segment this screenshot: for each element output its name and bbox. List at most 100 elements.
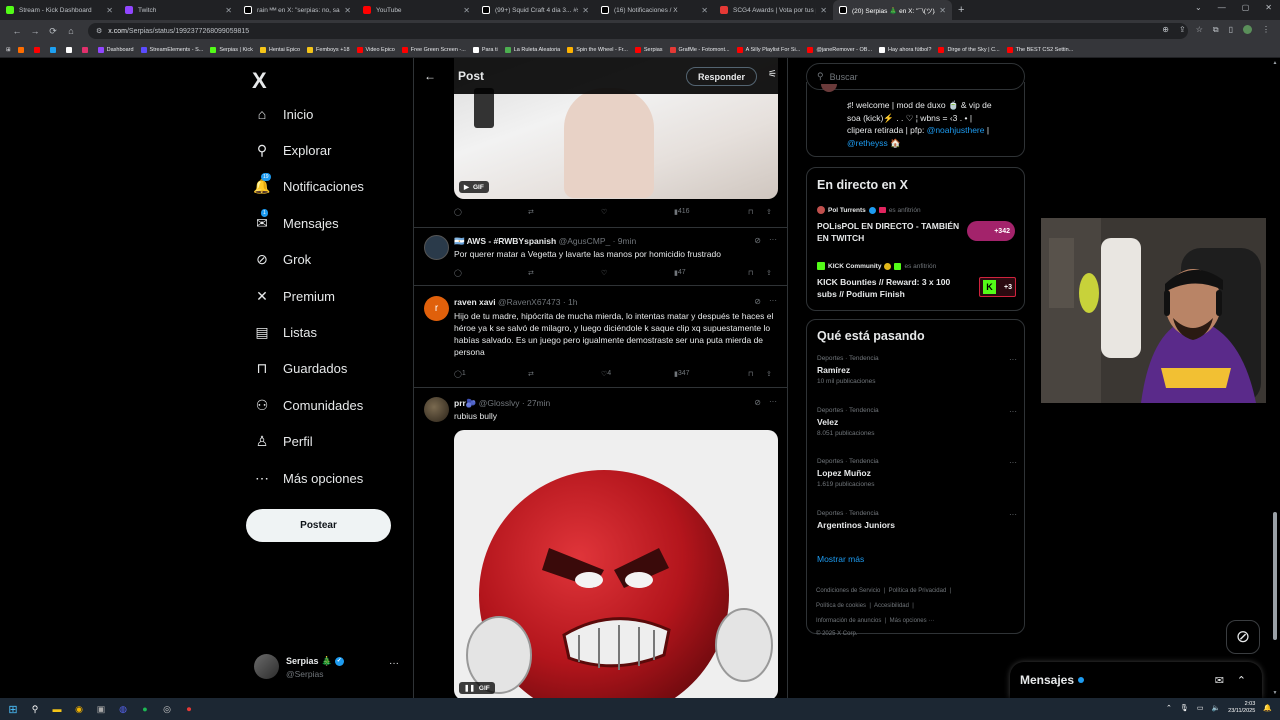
back-arrow-icon[interactable]: ← [424, 69, 444, 83]
share-icon[interactable]: ⇪ [766, 370, 772, 378]
account-switcher[interactable]: Serpias 🎄 ✓ @Serpias ··· [254, 652, 404, 686]
browser-tab[interactable]: Stream - Kick Dashboard ✕ [0, 0, 119, 20]
like-icon[interactable]: ♡ 4 [601, 370, 611, 378]
chrome-icon[interactable]: ◉ [70, 701, 88, 717]
gif-media[interactable]: ❚❚ GIF [454, 430, 778, 698]
views-icon[interactable]: ▮ 47 [674, 269, 686, 277]
new-tab-icon[interactable]: + [958, 4, 964, 16]
back-arrow-icon[interactable]: ← [8, 26, 26, 36]
browser-tab[interactable]: (20) Serpias 🎄 en X: "¯\(ツ)/¯ / X ✕ [833, 0, 952, 20]
footer-link[interactable]: Condiciones de Servicio [816, 588, 880, 594]
close-icon[interactable]: ✕ [939, 6, 946, 15]
sidebar-item-mensajes[interactable]: ✉ 1 Mensajes [254, 209, 339, 231]
microphone-icon[interactable]: 🎙 [1180, 704, 1189, 712]
clock[interactable]: 2:03 23/11/2025 [1228, 701, 1255, 715]
more-icon[interactable]: ··· [769, 397, 777, 406]
steam-icon[interactable]: ◎ [158, 701, 176, 717]
grok-icon[interactable]: ⊘ [754, 398, 761, 407]
star-bookmark-icon[interactable]: ☆ [1196, 25, 1203, 35]
reply-button[interactable]: Responder [685, 67, 757, 86]
reply-icon[interactable]: ◯ [454, 208, 462, 216]
play-icon[interactable]: ▶ [464, 183, 469, 191]
sidebar-item-explorar[interactable]: ⚲ Explorar [254, 142, 332, 158]
bookmark-icon[interactable]: ⊓ [748, 370, 753, 378]
footer-link[interactable]: Accesibilidad [874, 603, 909, 609]
bookmark-icon[interactable]: ⊓ [748, 208, 753, 216]
views-icon[interactable]: ▮ 416 [674, 208, 690, 216]
reply-icon[interactable]: ◯ 1 [454, 370, 466, 378]
sidebar-item-guardados[interactable]: ⊓ Guardados [254, 360, 348, 377]
bookmark-item[interactable]: Hay ahora fútbol? [879, 46, 931, 53]
close-icon[interactable]: ✕ [582, 6, 589, 15]
menu-icon[interactable]: ⋮ [1262, 25, 1270, 35]
bookmark-icon[interactable]: ⊓ [748, 269, 753, 277]
grok-icon[interactable]: ⊘ [754, 236, 761, 245]
grok-floating-button[interactable]: ⊘ [1226, 620, 1260, 654]
bookmark-item[interactable]: The BEST CS2 Settin... [1006, 46, 1073, 53]
more-icon[interactable]: ··· [769, 235, 777, 244]
file-explorer-icon[interactable]: ▬ [48, 701, 66, 717]
browser-tab[interactable]: Twitch ✕ [119, 0, 238, 20]
minimize-icon[interactable]: — [1218, 3, 1226, 12]
more-icon[interactable]: ··· [1009, 355, 1017, 364]
footer-link[interactable]: Política de cookies [816, 603, 866, 609]
scrollbar-down-arrow[interactable]: ▼ [1272, 690, 1278, 696]
bookmark-item[interactable]: Femboys +18 [307, 46, 350, 53]
bookmark-item[interactable]: Para ti [472, 46, 498, 53]
browser-tab[interactable]: rain ᴹᴹ en X: "serpias: no, sapn ✕ [238, 0, 357, 20]
close-icon[interactable]: ✕ [820, 6, 827, 15]
bookmark-item[interactable]: La Ruleta Aleatoria [504, 46, 560, 53]
search-icon[interactable]: ⚲ [26, 701, 44, 717]
reply-tweet[interactable]: r raven xavi @RavenX67473 · 1h ⊘ ··· Hij… [414, 286, 787, 388]
obs-icon[interactable]: ⏺ [180, 701, 198, 717]
notification-bell-icon[interactable]: 🔔 [1263, 704, 1272, 712]
new-message-icon[interactable]: ✉ [1215, 674, 1224, 687]
close-icon[interactable]: ✕ [344, 6, 351, 15]
bookmark-item[interactable]: Hentai Epico [259, 46, 300, 53]
live-item[interactable]: Pol Turrents es anfitrión POLisPOL EN DI… [817, 206, 1017, 252]
reply-tweet[interactable]: prr🫐 @Glosslvy · 27min ⊘ ··· rubius bull… [414, 388, 787, 698]
more-icon[interactable]: ··· [1009, 510, 1017, 519]
page-scrollbar[interactable]: ▲ ▼ [1272, 60, 1278, 696]
spotify-icon[interactable]: ● [136, 701, 154, 717]
sidebar-item-perfil[interactable]: ♙ Perfil [254, 433, 313, 450]
bookmark-item[interactable]: A Silly Playlist For Si... [736, 46, 800, 53]
close-icon[interactable]: ✕ [463, 6, 470, 15]
sidebar-item-grok[interactable]: ⊘ Grok [254, 251, 311, 268]
close-icon[interactable]: ✕ [701, 6, 708, 15]
more-icon[interactable]: ··· [1009, 407, 1017, 416]
windows-start-icon[interactable]: ⊞ [4, 701, 22, 717]
close-icon[interactable]: ✕ [106, 6, 113, 15]
browser-tab[interactable]: (99+) Squid Craft 4 dia 3... #squ ✕ [476, 0, 595, 20]
bookmark-item[interactable]: Dashboard [97, 46, 134, 53]
tab-search-icon[interactable]: ⌄ [1195, 3, 1202, 12]
share-icon[interactable]: ⇪ [766, 208, 772, 216]
bookmark-item[interactable] [81, 46, 91, 53]
maximize-icon[interactable]: ▢ [1242, 3, 1250, 12]
bookmark-item[interactable] [33, 46, 43, 53]
home-icon[interactable]: ⌂ [62, 26, 80, 36]
extensions-icon[interactable]: ⧉ [1213, 25, 1219, 35]
volume-icon[interactable]: 🔈 [1211, 704, 1220, 712]
like-icon[interactable]: ♡ [601, 208, 607, 216]
show-more-link[interactable]: Mostrar más [817, 554, 864, 564]
pause-icon[interactable]: ❚❚ [464, 684, 475, 692]
live-item[interactable]: KICK Community es anfitrión KICK Bountie… [817, 262, 1017, 308]
views-icon[interactable]: ▮ 347 [674, 370, 690, 378]
address-bar[interactable]: ⚙ x.com /Serpias/status/1992377268099059… [88, 23, 1188, 39]
discord-icon[interactable]: ◍ [114, 701, 132, 717]
app-icon[interactable]: ▣ [92, 701, 110, 717]
share-icon[interactable]: ⇪ [1179, 25, 1186, 35]
sliders-icon[interactable]: ⚟ [768, 69, 777, 80]
sidebar-item-inicio[interactable]: ⌂ Inicio [254, 106, 314, 122]
browser-tab[interactable]: SCG4 Awards | Vota por tus pe ✕ [714, 0, 833, 20]
retweet-icon[interactable]: ⇄ [528, 208, 534, 216]
mention-link[interactable]: @retheyss [847, 138, 888, 148]
x-logo-icon[interactable]: X [252, 68, 267, 94]
bookmark-item[interactable] [49, 46, 59, 53]
bookmark-item[interactable] [17, 46, 27, 53]
bookmark-item[interactable]: @janeRemover - OB... [807, 46, 872, 53]
footer-link[interactable]: Más opciones ··· [890, 618, 935, 624]
sidepanel-icon[interactable]: ▯ [1229, 25, 1233, 35]
messages-drawer[interactable]: Mensajes ✉ ⌃ [1010, 662, 1262, 698]
